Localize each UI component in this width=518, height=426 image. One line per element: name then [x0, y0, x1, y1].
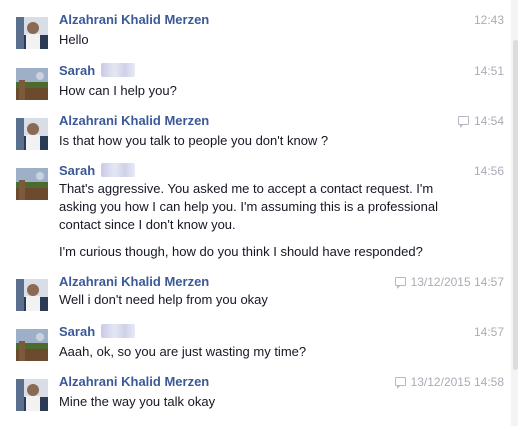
message-text: That's aggressive. You asked me to accep…	[59, 181, 438, 259]
sender-name[interactable]: Alzahrani Khalid Merzen	[59, 374, 209, 390]
avatar[interactable]	[16, 17, 48, 49]
chat-thread: Alzahrani Khalid Merzen 12:43 Hello Sara…	[0, 0, 506, 426]
message-time: 14:57	[473, 325, 504, 339]
message-text: Is that how you talk to people you don't…	[59, 133, 329, 148]
sender-name[interactable]: Alzahrani Khalid Merzen	[59, 274, 209, 290]
message-time: 13/12/2015 14:57	[394, 274, 504, 290]
sender-name[interactable]: Alzahrani Khalid Merzen	[59, 113, 209, 129]
avatar[interactable]	[16, 379, 48, 411]
message-text: How can I help you?	[59, 83, 177, 98]
message-text: Mine the way you talk okay	[59, 394, 216, 409]
message-text: Well i don't need help from you okay	[59, 292, 268, 307]
message-time: 14:56	[473, 164, 504, 178]
sender-name[interactable]: Sarah	[59, 324, 136, 340]
redacted-surname	[101, 163, 136, 177]
message-text: Aaah, ok, so you are just wasting my tim…	[59, 344, 307, 359]
sender-name[interactable]: Sarah	[59, 63, 136, 79]
avatar[interactable]	[16, 118, 48, 150]
message-time: 14:51	[473, 64, 504, 78]
message-time: 14:54	[457, 113, 504, 129]
avatar[interactable]	[16, 279, 48, 311]
avatar[interactable]	[16, 168, 48, 200]
scrollbar[interactable]	[511, 0, 518, 426]
sender-name[interactable]: Sarah	[59, 163, 136, 179]
redacted-surname	[101, 324, 136, 338]
avatar[interactable]	[16, 68, 48, 100]
redacted-surname	[101, 63, 136, 77]
sender-name[interactable]: Alzahrani Khalid Merzen	[59, 12, 209, 28]
scrollbar-thumb[interactable]	[513, 40, 518, 370]
message-text: Hello	[59, 32, 89, 47]
seen-check-icon	[394, 277, 406, 289]
seen-check-icon	[457, 116, 469, 128]
seen-check-icon	[394, 377, 406, 389]
message-time: 12:43	[473, 13, 504, 27]
message-time: 13/12/2015 14:58	[394, 374, 504, 390]
avatar[interactable]	[16, 329, 48, 361]
